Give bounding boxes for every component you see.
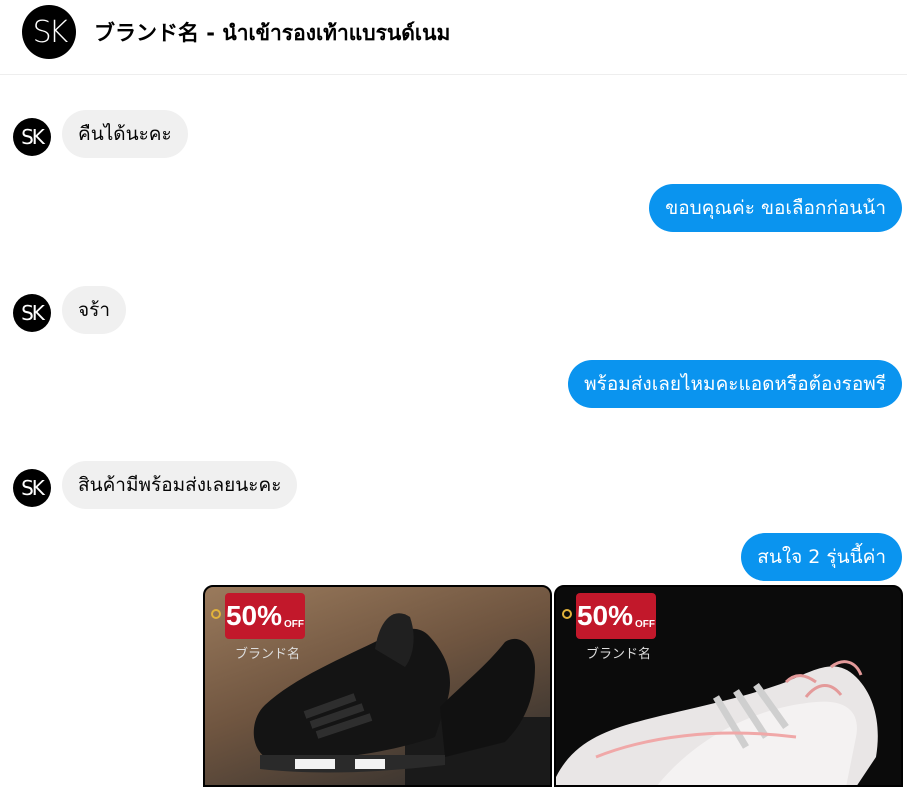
chat-title[interactable]: ブランド名 - นำเข้ารองเท้าแบรนด์เนม bbox=[94, 17, 450, 50]
discount-value: 50% bbox=[225, 600, 283, 631]
discount-suffix: OFF bbox=[635, 619, 656, 630]
watermark: ブランド名 bbox=[586, 647, 652, 662]
tag-hole bbox=[562, 609, 572, 619]
discount-badge: 50% OFF bbox=[225, 593, 305, 639]
incoming-message[interactable]: จร้า bbox=[62, 286, 127, 334]
tag-hole bbox=[211, 609, 221, 619]
discount-value: 50% bbox=[576, 600, 634, 631]
shoe-photo-white[interactable]: 50% OFF ブランド名 bbox=[554, 585, 903, 787]
discount-suffix: OFF bbox=[284, 619, 305, 630]
outgoing-message[interactable]: สนใจ 2 รุ่นนี้ค่า bbox=[741, 533, 902, 581]
avatar: SK bbox=[13, 469, 51, 507]
incoming-message[interactable]: สินค้ามีพร้อมส่งเลยนะคะ bbox=[62, 461, 298, 509]
avatar: SK bbox=[13, 118, 51, 156]
chat-header: SK ブランド名 - นำเข้ารองเท้าแบรนด์เนม bbox=[0, 0, 907, 75]
shoe-photo-black[interactable]: 50% OFF ブランド名 bbox=[203, 585, 552, 787]
incoming-message[interactable]: คืนได้นะคะ bbox=[62, 110, 188, 158]
outgoing-message[interactable]: พร้อมส่งเลยไหมคะแอดหรือต้องรอพรี bbox=[568, 360, 902, 408]
page-avatar[interactable]: SK bbox=[22, 5, 76, 59]
discount-badge: 50% OFF bbox=[576, 593, 656, 639]
watermark: ブランド名 bbox=[235, 647, 301, 662]
outgoing-message[interactable]: ขอบคุณค่ะ ขอเลือกก่อนน้า bbox=[649, 184, 902, 232]
avatar: SK bbox=[13, 294, 51, 332]
